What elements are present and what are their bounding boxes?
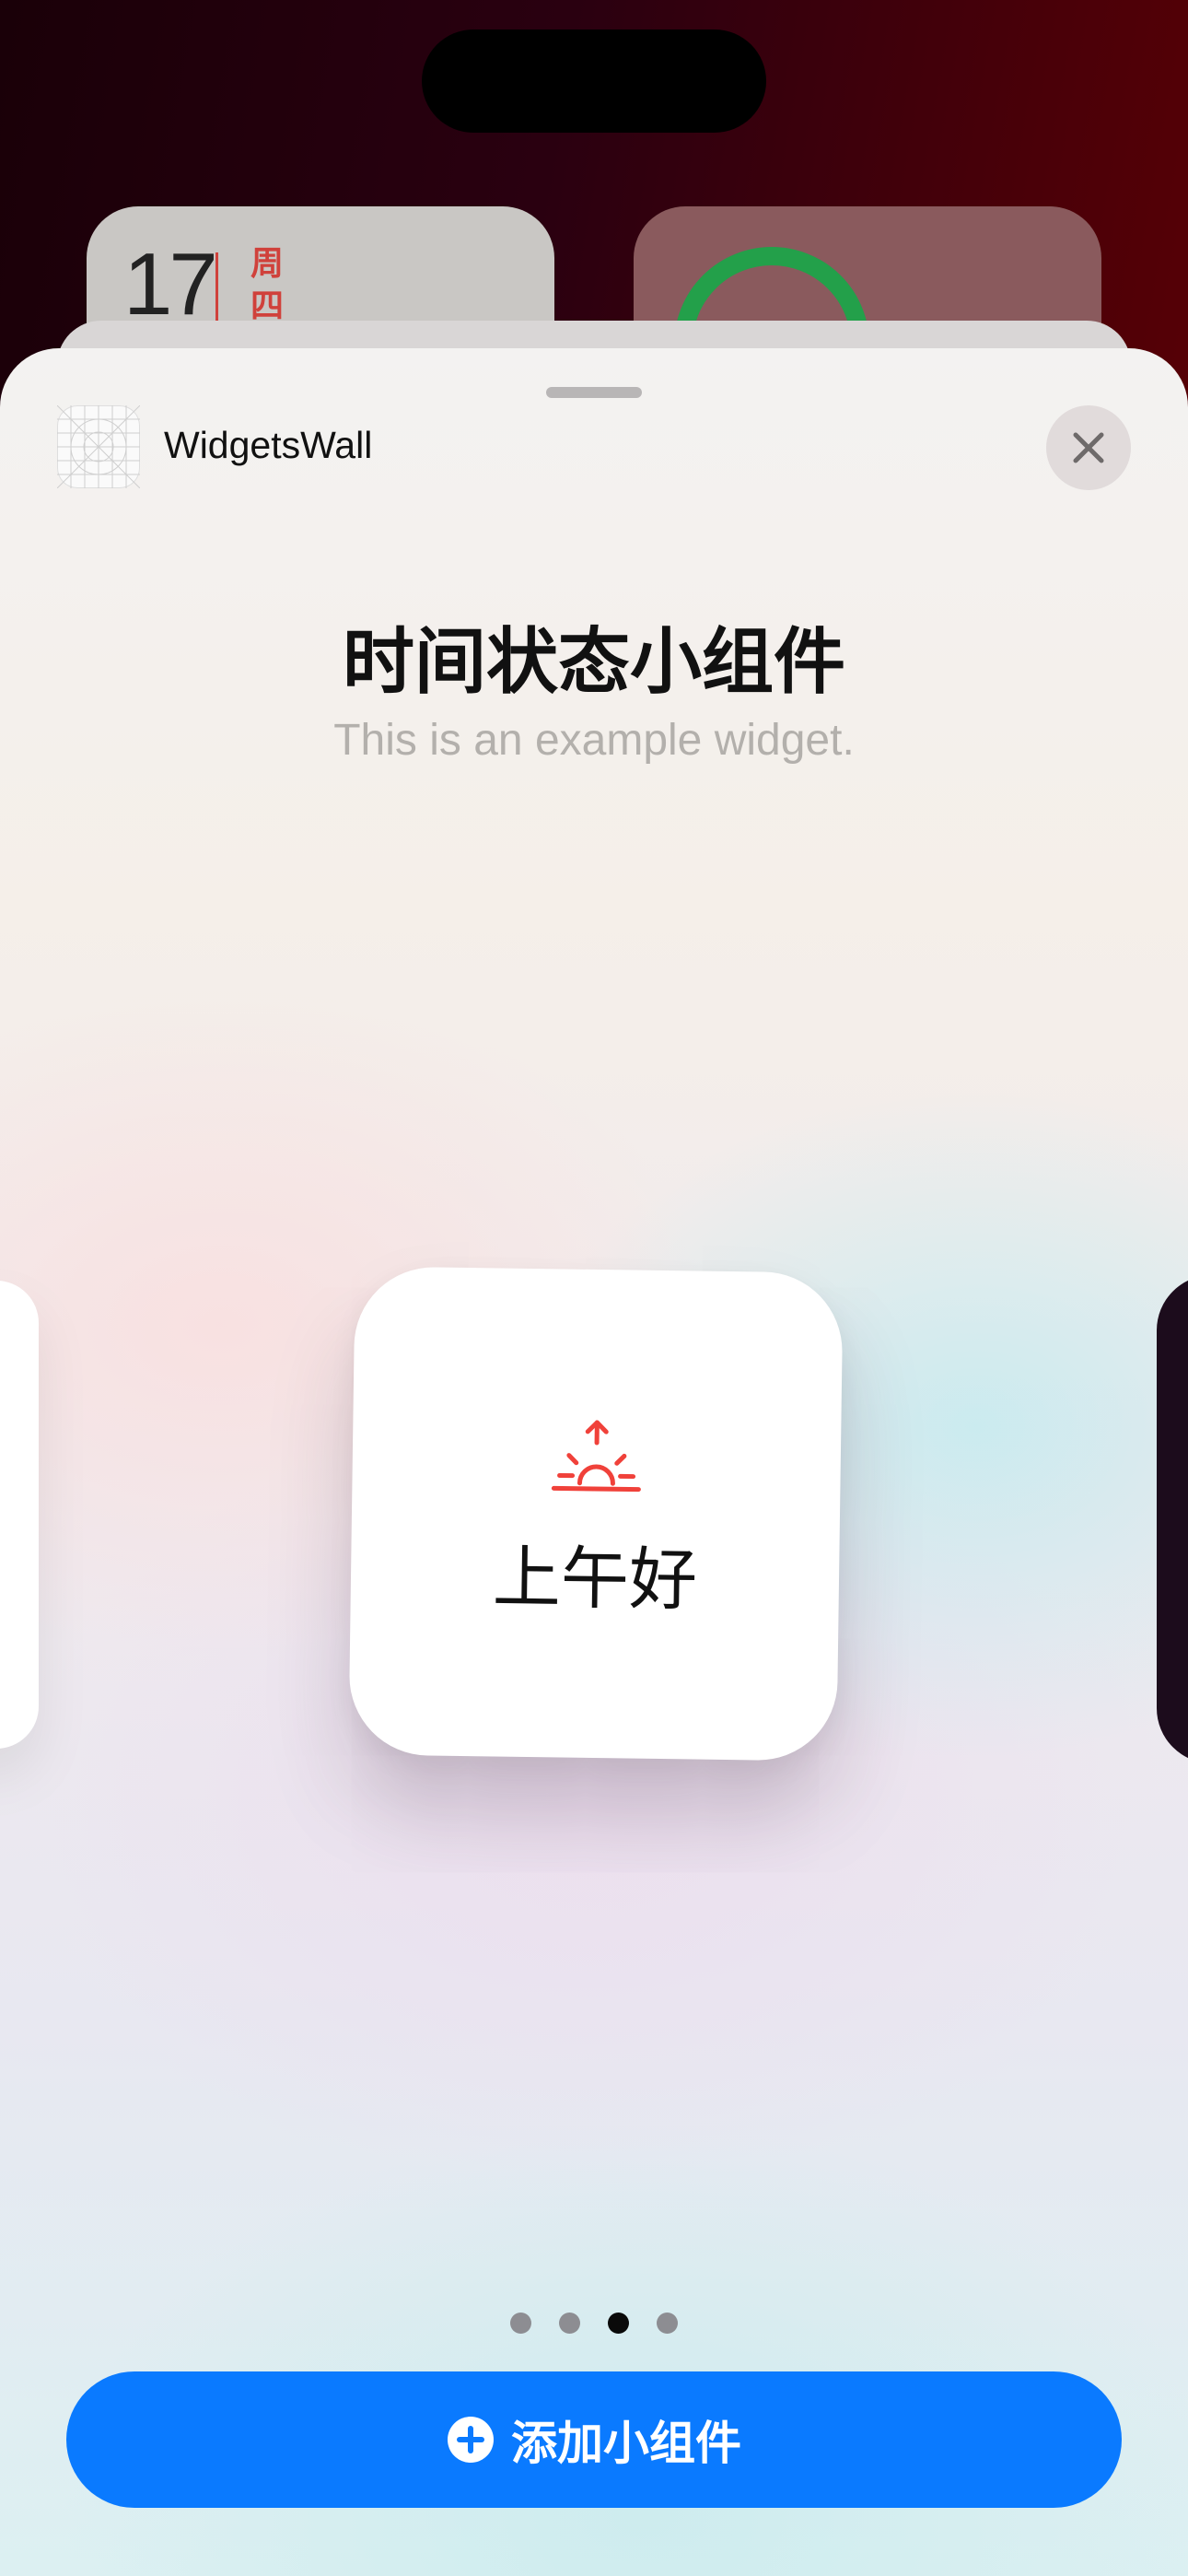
app-icon bbox=[56, 404, 141, 489]
app-name: WidgetsWall bbox=[164, 424, 373, 466]
app-grid-icon bbox=[56, 404, 141, 489]
sheet-grabber[interactable] bbox=[546, 387, 642, 398]
widget-gallery-sheet: WidgetsWall 时间状态小组件 This is an example w… bbox=[0, 348, 1188, 2576]
close-icon bbox=[1073, 432, 1104, 463]
widget-greeting: 上午好 bbox=[492, 1538, 698, 1621]
page-dot[interactable] bbox=[559, 2313, 580, 2334]
sunrise-icon bbox=[551, 1420, 641, 1493]
widget-description: This is an example widget. bbox=[333, 716, 855, 765]
calendar-weekday: 周四 bbox=[250, 245, 285, 325]
plus-circle-icon bbox=[448, 2417, 494, 2463]
page-dot-active[interactable] bbox=[608, 2313, 629, 2334]
previous-widget-preview[interactable] bbox=[0, 1281, 39, 1749]
add-widget-label: 添加小组件 bbox=[511, 2417, 741, 2470]
page-dot[interactable] bbox=[510, 2313, 531, 2334]
widget-title: 时间状态小组件 bbox=[342, 621, 845, 704]
widget-preview[interactable]: 上午好 bbox=[348, 1266, 844, 1762]
dynamic-island bbox=[422, 29, 766, 133]
close-button[interactable] bbox=[1046, 405, 1131, 490]
page-dot[interactable] bbox=[657, 2313, 678, 2334]
next-widget-preview[interactable] bbox=[1157, 1275, 1188, 1763]
add-widget-button[interactable]: 添加小组件 bbox=[66, 2371, 1122, 2508]
page-indicator[interactable] bbox=[0, 2313, 1188, 2334]
